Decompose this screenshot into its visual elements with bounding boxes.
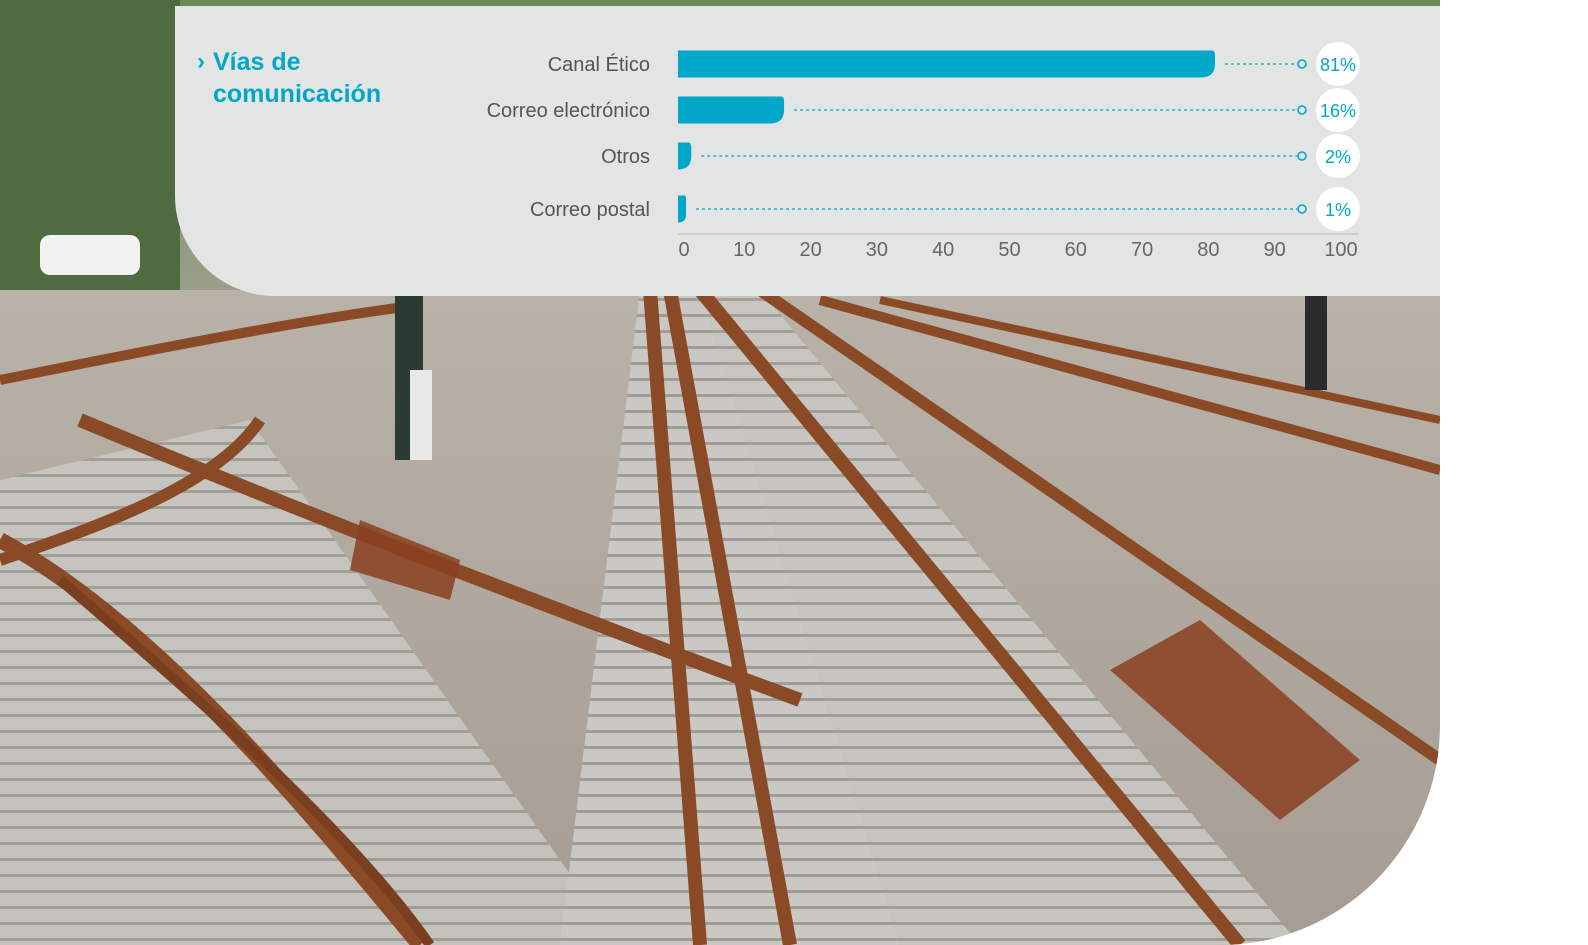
x-tick-label: 60 <box>1065 239 1087 261</box>
bar-2 <box>678 142 692 170</box>
x-tick-label: 80 <box>1197 239 1219 261</box>
x-tick-label: 40 <box>932 239 954 261</box>
value-label: 1% <box>1325 200 1351 220</box>
category-label: Otros <box>601 146 650 168</box>
category-label: Canal Ético <box>548 53 650 76</box>
x-tick-label: 50 <box>998 239 1020 261</box>
bar-3 <box>678 195 686 223</box>
x-tick-label: 30 <box>866 239 888 261</box>
leader-dot <box>1297 59 1307 69</box>
value-label: 2% <box>1325 147 1351 167</box>
bar-0 <box>678 50 1216 78</box>
category-label: Correo postal <box>530 199 650 221</box>
bar-chart: Canal Ético 81% Correo electrónico 16% Otros… <box>487 42 1360 261</box>
value-label: 81% <box>1320 55 1356 75</box>
x-tick-label: 10 <box>733 239 755 261</box>
leader-dot <box>1297 151 1307 161</box>
category-label: Correo electrónico <box>487 100 650 122</box>
x-tick-label: 20 <box>799 239 821 261</box>
value-label: 16% <box>1320 101 1356 121</box>
x-tick-label: 100 <box>1324 239 1357 261</box>
x-tick-label: 90 <box>1264 239 1286 261</box>
chart-panel: › Vías de comunicación Canal Ético 81% Cor… <box>175 6 1440 296</box>
leader-dot <box>1297 204 1307 214</box>
x-tick-label: 0 <box>678 239 689 261</box>
x-tick-label: 70 <box>1131 239 1153 261</box>
bar-1 <box>678 96 785 124</box>
leader-dot <box>1297 105 1307 115</box>
